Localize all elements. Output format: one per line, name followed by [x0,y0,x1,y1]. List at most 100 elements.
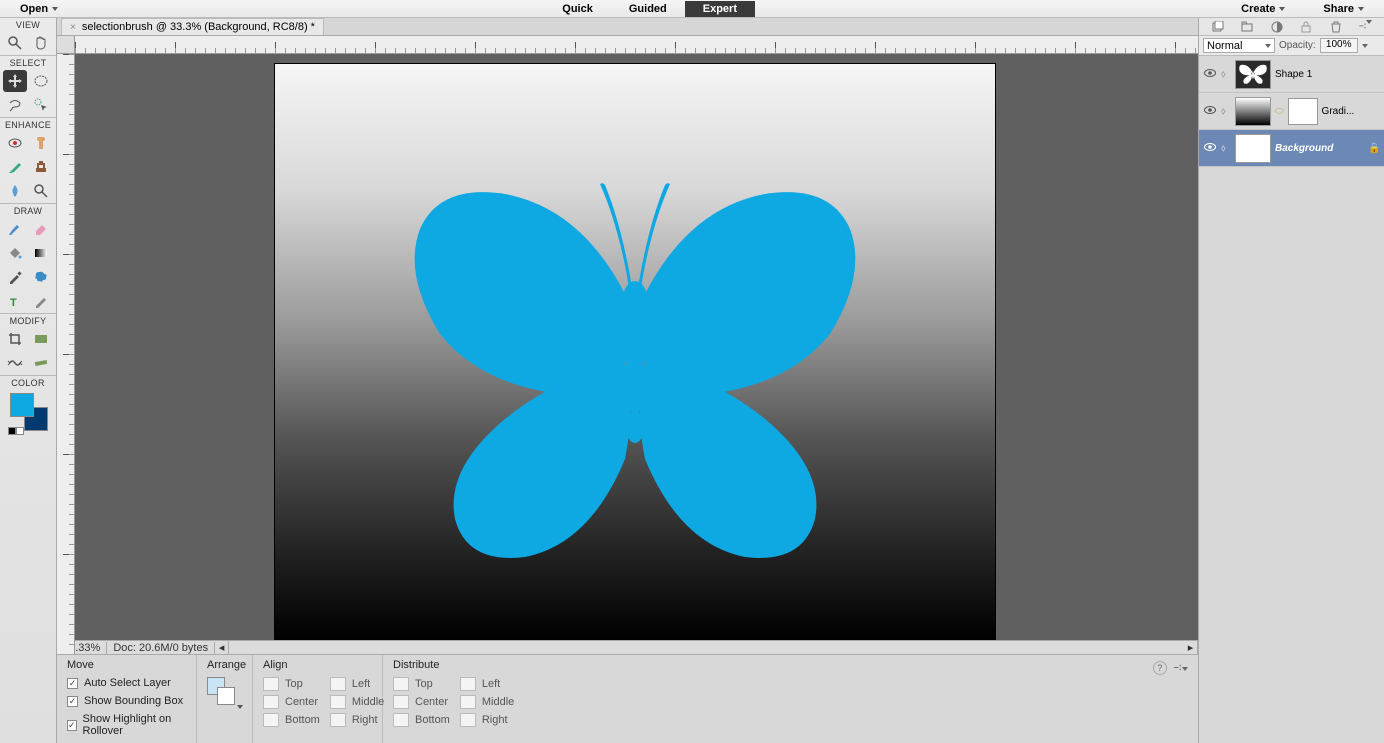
show-highlight-checkbox[interactable]: Show Highlight on Rollover [67,713,186,737]
layer-name[interactable]: Background [1275,143,1364,154]
foreground-color-swatch[interactable] [10,393,34,417]
horizontal-ruler [75,36,1198,54]
new-layer-icon[interactable] [1211,20,1225,34]
distribute-bottom-button[interactable]: Bottom [393,713,450,727]
layer-row-background[interactable]: ⬨ Background 🔒 [1199,130,1384,167]
distribute-center-button[interactable]: Center [393,695,450,709]
layer-thumbnail[interactable] [1235,134,1271,163]
align-middle-button[interactable]: Middle [330,695,384,709]
lock-icon[interactable]: 🔒 [1368,143,1380,154]
distribute-middle-button[interactable]: Middle [460,695,514,709]
lasso-tool-icon[interactable] [3,94,27,116]
status-bar: 33.33% Doc: 20.6M/0 bytes ◂ ▸ [57,640,1198,654]
menu-create[interactable]: Create [1231,1,1295,17]
layer-mask-thumbnail[interactable] [1288,98,1318,125]
canvas-area: 33.33% Doc: 20.6M/0 bytes ◂ ▸ [57,36,1198,654]
panel-menu-icon[interactable]: ∹ [1358,20,1372,34]
svg-text:T: T [10,297,17,309]
help-icon[interactable]: ? [1153,661,1167,675]
align-bottom-button[interactable]: Bottom [263,713,320,727]
viewport[interactable] [75,54,1198,640]
document-tab[interactable]: × selectionbrush @ 33.3% (Background, RC… [61,18,324,35]
opacity-dropdown-icon[interactable] [1362,44,1368,48]
spot-heal-tool-icon[interactable] [29,132,53,154]
quick-select-tool-icon[interactable] [29,94,53,116]
visibility-toggle-icon[interactable] [1203,68,1217,80]
menu-share[interactable]: Share [1313,1,1374,17]
show-bounding-box-checkbox[interactable]: Show Bounding Box [67,695,186,707]
distribute-right-button[interactable]: Right [460,713,514,727]
zoom-tool-icon[interactable] [3,32,27,54]
layers-panel-toolbar: ∹ [1199,18,1384,36]
info-dropdown-icon[interactable]: ▸ [1184,641,1198,654]
align-top-button[interactable]: Top [263,677,320,691]
section-select: SELECT [0,55,56,69]
sponge-tool-icon[interactable] [29,180,53,202]
link-indicator[interactable]: ⬨ [1221,106,1231,117]
distribute-label: Distribute [393,659,513,671]
shape-tool-icon[interactable] [29,266,53,288]
section-draw: DRAW [0,203,56,217]
pencil-tool-icon[interactable] [29,290,53,312]
color-swatches[interactable] [8,393,48,435]
color-picker-tool-icon[interactable] [3,266,27,288]
type-tool-icon[interactable]: T [3,290,27,312]
menu-open[interactable]: Open [10,1,68,17]
straighten-tool-icon[interactable] [29,352,53,374]
tool-panel: VIEW SELECT ENHANCE DRAW [0,18,57,743]
ruler-corner [57,36,75,54]
butterfly-shape[interactable] [385,149,885,569]
fill-tool-icon[interactable] [3,242,27,264]
layer-thumbnail[interactable] [1235,97,1271,126]
layer-row-shape1[interactable]: ⬨ Shape 1 [1199,56,1384,93]
distribute-top-button[interactable]: Top [393,677,450,691]
align-left-button[interactable]: Left [330,677,384,691]
menubar: Open Quick Guided Expert Create Share [0,0,1384,18]
tab-guided[interactable]: Guided [611,1,685,17]
eraser-tool-icon[interactable] [29,218,53,240]
layers-controls: Normal Opacity: 100% [1199,36,1384,56]
delete-layer-icon[interactable] [1329,20,1343,34]
layer-thumbnail[interactable] [1235,60,1271,89]
blur-tool-icon[interactable] [3,180,27,202]
tab-quick[interactable]: Quick [544,1,611,17]
mask-link-icon[interactable]: ⬭ [1275,106,1284,117]
tab-expert[interactable]: Expert [685,1,755,17]
lock-layer-icon[interactable] [1299,20,1313,34]
redeye-tool-icon[interactable] [3,132,27,154]
current-tool-label: Move [67,659,186,671]
layer-name[interactable]: Gradi... [1322,106,1380,117]
distribute-left-button[interactable]: Left [460,677,514,691]
visibility-toggle-icon[interactable] [1203,142,1217,154]
new-group-icon[interactable] [1240,20,1254,34]
hand-tool-icon[interactable] [29,32,53,54]
marquee-tool-icon[interactable] [29,70,53,92]
arrange-button[interactable] [207,677,235,707]
content-aware-tool-icon[interactable] [3,352,27,374]
brush-tool-icon[interactable] [3,218,27,240]
default-colors-icon[interactable] [8,427,24,435]
layer-row-gradient[interactable]: ⬨ ⬭ Gradi... [1199,93,1384,130]
visibility-toggle-icon[interactable] [1203,105,1217,117]
align-center-button[interactable]: Center [263,695,320,709]
crop-tool-icon[interactable] [3,328,27,350]
auto-select-layer-checkbox[interactable]: Auto Select Layer [67,677,186,689]
move-tool-icon[interactable] [3,70,27,92]
link-indicator[interactable]: ⬨ [1221,69,1231,80]
document-tab-bar: × selectionbrush @ 33.3% (Background, RC… [57,18,1198,36]
link-indicator[interactable]: ⬨ [1221,143,1231,154]
blend-mode-select[interactable]: Normal [1203,38,1275,53]
opacity-input[interactable]: 100% [1320,38,1358,53]
layer-name[interactable]: Shape 1 [1275,69,1380,80]
recompose-tool-icon[interactable] [29,328,53,350]
scroll-left-icon[interactable]: ◂ [215,641,229,654]
close-tab-icon[interactable]: × [70,22,76,33]
smart-brush-tool-icon[interactable] [3,156,27,178]
artboard[interactable] [275,64,995,639]
gradient-tool-icon[interactable] [29,242,53,264]
adjustment-layer-icon[interactable] [1270,20,1284,34]
clone-stamp-tool-icon[interactable] [29,156,53,178]
layers-list: ⬨ Shape 1 ⬨ ⬭ Gradi... ⬨ Background 🔒 [1199,56,1384,743]
align-right-button[interactable]: Right [330,713,384,727]
options-menu-icon[interactable]: ∹ [1173,661,1188,674]
